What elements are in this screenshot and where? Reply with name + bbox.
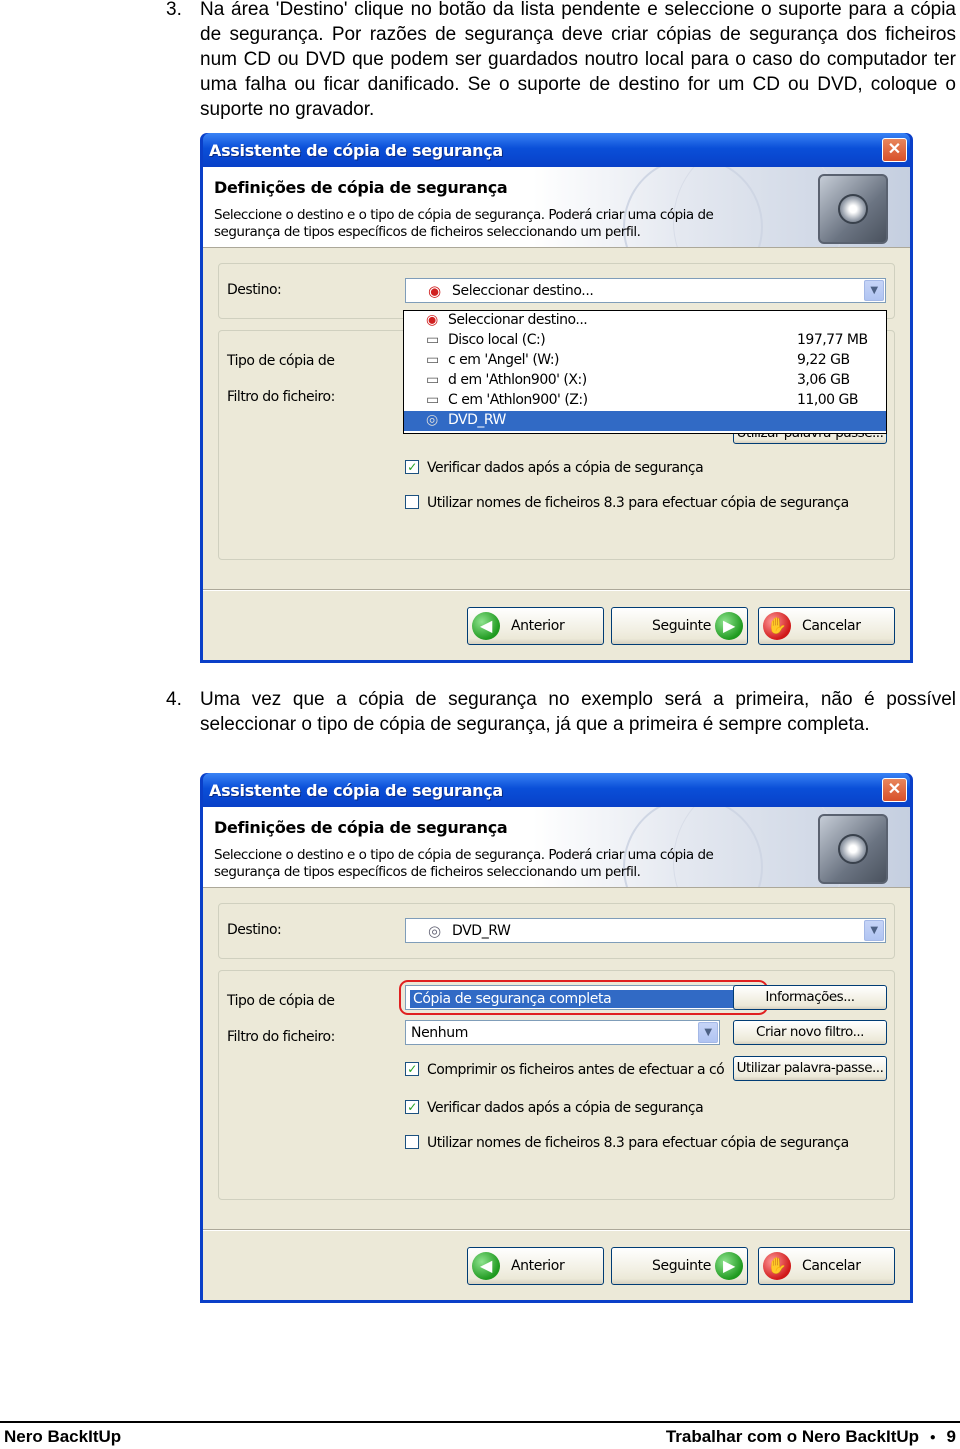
dvd-drive-icon: ◎ <box>428 922 441 940</box>
network-drive-icon: ▭ <box>426 392 439 408</box>
dialog-client: Definições de cópia de segurança Selecci… <box>203 167 910 660</box>
dialog-heading: Definições de cópia de segurança <box>214 178 508 197</box>
footer-left: Nero BackItUp <box>4 1427 122 1446</box>
network-drive-icon: ▭ <box>426 352 439 368</box>
list-item[interactable]: ◉ Seleccionar destino... <box>404 311 886 331</box>
safe-icon <box>818 174 888 244</box>
arrow-right-icon: ▶ <box>715 1252 743 1280</box>
back-button[interactable]: ◀ Anterior <box>467 607 604 645</box>
file-filter-label: Filtro do ficheiro: <box>227 1029 335 1045</box>
dialog-header: Definições de cópia de segurança Selecci… <box>203 167 910 248</box>
backup-wizard-window-2: Assistente de cópia de segurança ✕ Defin… <box>200 773 913 1303</box>
backup-type-label: Tipo de cópia de <box>227 993 335 1009</box>
verify-checkbox[interactable]: ✓ Verificar dados após a cópia de seguran… <box>405 460 704 476</box>
dialog-description: Seleccione o destino e o tipo de cópia d… <box>214 847 714 880</box>
step-3-paragraph: 3. Na área 'Destino' clique no botão da … <box>166 0 956 122</box>
list-item[interactable]: ▭ c em 'Angel' (W:) 9,22 GB <box>404 351 886 371</box>
network-drive-icon: ▭ <box>426 372 439 388</box>
destination-label: Destino: <box>227 922 282 938</box>
stop-icon: ✋ <box>763 1252 791 1280</box>
file-filter-combo[interactable]: Nenhum ▼ <box>405 1020 720 1045</box>
dialog-heading: Definições de cópia de segurança <box>214 818 508 837</box>
options-group: Tipo de cópia de Filtro do ficheiro: Cóp… <box>218 970 895 1200</box>
step-4-paragraph: 4. Uma vez que a cópia de segurança no e… <box>166 687 956 737</box>
footer-right: Trabalhar com o Nero BackItUp ● 9 <box>665 1427 956 1446</box>
step-text: Na área 'Destino' clique no botão da lis… <box>200 0 956 120</box>
destination-group: Destino: ◎ DVD_RW ▼ <box>218 903 895 959</box>
new-filter-button[interactable]: Criar novo filtro... <box>733 1020 887 1045</box>
chevron-down-icon[interactable]: ▼ <box>864 280 884 301</box>
list-item-selected[interactable]: ◎ DVD_RW <box>404 411 886 431</box>
chevron-down-icon[interactable]: ▼ <box>864 920 884 941</box>
target-icon: ◉ <box>428 282 441 300</box>
step-text: Uma vez que a cópia de segurança no exem… <box>200 689 956 735</box>
destination-label: Destino: <box>227 282 282 298</box>
close-button[interactable]: ✕ <box>882 138 907 162</box>
list-item[interactable]: ▭ Disco local (C:) 197,77 MB <box>404 331 886 351</box>
destination-combo[interactable]: ◉ Seleccionar destino... ▼ <box>405 278 886 303</box>
backup-type-combo[interactable]: Cópia de segurança completa ▼ <box>405 985 762 1010</box>
window-title: Assistente de cópia de segurança <box>209 141 503 160</box>
page-number: 9 <box>946 1427 956 1446</box>
step-number: 4. <box>166 689 182 710</box>
dialog-description: Seleccione o destino e o tipo de cópia d… <box>214 207 714 240</box>
dialog-header: Definições de cópia de segurança Selecci… <box>203 807 910 888</box>
dialog-client: Definições de cópia de segurança Selecci… <box>203 807 910 1300</box>
file-filter-label: Filtro do ficheiro: <box>227 389 335 405</box>
names83-checkbox[interactable]: Utilizar nomes de ficheiros 8.3 para efe… <box>405 495 849 511</box>
backup-type-label: Tipo de cópia de <box>227 353 335 369</box>
info-button[interactable]: Informações... <box>733 985 887 1010</box>
verify-checkbox[interactable]: ✓ Verificar dados após a cópia de seguran… <box>405 1100 704 1116</box>
window-title: Assistente de cópia de segurança <box>209 781 503 800</box>
compress-checkbox[interactable]: ✓ Comprimir os ficheiros antes de efectua… <box>405 1062 725 1078</box>
back-button[interactable]: ◀ Anterior <box>467 1247 604 1285</box>
list-item[interactable]: ▭ d em 'Athlon900' (X:) 3,06 GB <box>404 371 886 391</box>
safe-icon <box>818 814 888 884</box>
step-number: 3. <box>166 0 182 20</box>
list-item[interactable]: ▭ C em 'Athlon900' (Z:) 11,00 GB <box>404 391 886 411</box>
title-bar: Assistente de cópia de segurança ✕ <box>203 133 910 167</box>
page-footer: Nero BackItUp Trabalhar com o Nero BackI… <box>0 1421 960 1446</box>
next-button[interactable]: Seguinte ▶ <box>611 1247 748 1285</box>
cancel-button[interactable]: ✋ Cancelar <box>758 1247 895 1285</box>
close-button[interactable]: ✕ <box>882 778 907 802</box>
drive-icon: ▭ <box>426 332 439 348</box>
dvd-drive-icon: ◎ <box>426 412 438 428</box>
title-bar: Assistente de cópia de segurança ✕ <box>203 773 910 807</box>
arrow-left-icon: ◀ <box>472 612 500 640</box>
arrow-left-icon: ◀ <box>472 1252 500 1280</box>
stop-icon: ✋ <box>763 612 791 640</box>
next-button[interactable]: Seguinte ▶ <box>611 607 748 645</box>
cancel-button[interactable]: ✋ Cancelar <box>758 607 895 645</box>
target-icon: ◉ <box>426 312 438 328</box>
destination-combo[interactable]: ◎ DVD_RW ▼ <box>405 918 886 943</box>
bullet-icon: ● <box>929 1432 936 1443</box>
names83-checkbox[interactable]: Utilizar nomes de ficheiros 8.3 para efe… <box>405 1135 849 1151</box>
password-button[interactable]: Utilizar palavra-passe... <box>733 1056 887 1081</box>
destination-dropdown-list: ◉ Seleccionar destino... ▭ Disco local (C:… <box>403 310 887 434</box>
backup-wizard-window-1: Assistente de cópia de segurança ✕ Defin… <box>200 133 913 663</box>
arrow-right-icon: ▶ <box>715 612 743 640</box>
chevron-down-icon[interactable]: ▼ <box>698 1022 718 1043</box>
